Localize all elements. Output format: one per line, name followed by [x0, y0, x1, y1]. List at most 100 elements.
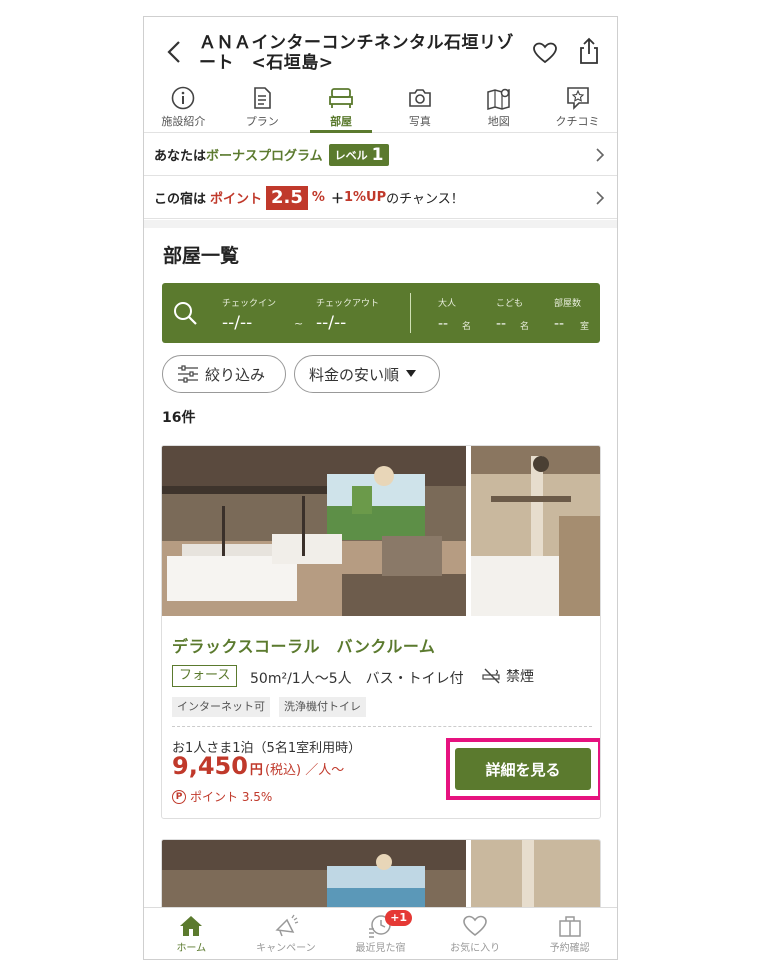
nav-reservation[interactable]: 予約確認: [522, 908, 617, 959]
tab-facility-info[interactable]: 施設紹介: [144, 81, 223, 132]
smoking-info: 禁煙: [482, 666, 534, 686]
checkin-value[interactable]: --/--: [222, 313, 252, 333]
facility-tabs: 施設紹介 プラン 部屋 写真 地図 クチコミ: [144, 81, 617, 133]
document-icon: [254, 87, 272, 109]
tab-label: 部屋: [330, 115, 353, 128]
nav-favorites[interactable]: お気に入り: [428, 908, 523, 959]
tab-label: 写真: [408, 115, 431, 128]
room-card[interactable]: デラックスコーラル バンクルーム フォース 50m²/1人〜5人 バス・トイレ付…: [161, 445, 601, 819]
nav-label: ホーム: [176, 943, 207, 954]
tab-label: 施設紹介: [161, 115, 206, 128]
rooms-value[interactable]: --: [554, 316, 564, 332]
adults-label: 大人: [438, 299, 457, 309]
rooms-label: 部屋数: [554, 299, 582, 309]
bonus-program-row[interactable]: あなたは ボーナスプログラム レベル 1: [144, 134, 617, 176]
level-label: レベル: [334, 148, 368, 162]
points-extra: 1%UP: [343, 190, 387, 205]
sort-dropdown[interactable]: 料金の安い順: [294, 355, 440, 393]
points-label: ポイント: [210, 192, 263, 207]
checkout-value[interactable]: --/--: [316, 313, 346, 333]
back-arrow-icon[interactable]: [164, 39, 186, 65]
caret-down-icon: [406, 370, 417, 377]
app-screen: ＡＮＡインターコンチネンタル石垣リゾート <石垣島> 施設紹介 プラン 部屋 写…: [143, 16, 618, 960]
result-count: 16件: [162, 410, 196, 426]
tab-rooms[interactable]: 部屋: [302, 81, 381, 133]
room-search-bar[interactable]: チェックイン --/-- ~ チェックアウト --/-- 大人 -- 名 こども…: [162, 283, 600, 343]
tab-photos[interactable]: 写真: [380, 81, 459, 132]
price-value: 9,450: [172, 752, 248, 780]
bed-icon: [329, 88, 353, 108]
favorite-heart-icon[interactable]: [532, 41, 558, 65]
checkin-label: チェックイン: [222, 299, 277, 309]
children-unit: 名: [520, 322, 530, 332]
children-value[interactable]: --: [496, 316, 506, 332]
room-photo-image: [162, 446, 466, 616]
points-icon: P: [172, 789, 186, 804]
review-icon: [566, 87, 589, 110]
tab-map[interactable]: 地図: [459, 81, 538, 132]
bonus-program-label: ボーナスプログラム: [206, 149, 323, 164]
nav-recent[interactable]: +1 最近見た宿: [333, 908, 428, 959]
home-icon: [180, 916, 203, 936]
heart-icon: [463, 915, 487, 937]
adults-unit: 名: [462, 322, 472, 332]
points-text: ポイント 3.5%: [190, 790, 273, 804]
level-value: 1: [371, 144, 384, 165]
rooms-unit: 室: [580, 322, 590, 332]
sort-label: 料金の安い順: [309, 365, 400, 384]
room-price: 9,450 円 (税込) ／人〜: [172, 752, 344, 780]
date-tilde: ~: [294, 317, 304, 330]
adults-value[interactable]: --: [438, 316, 448, 332]
price-unit: 円: [249, 763, 263, 778]
level-badge: レベル 1: [328, 143, 390, 166]
smoking-label: 禁煙: [506, 669, 534, 685]
room-list-title: 部屋一覧: [163, 245, 240, 267]
points-rate: 2.5: [266, 185, 308, 210]
nav-home[interactable]: ホーム: [144, 908, 239, 959]
tab-label: プラン: [245, 115, 279, 128]
filter-sliders-icon: [178, 365, 198, 383]
price-tax: (税込) ／人〜: [264, 763, 345, 778]
chevron-right-icon: [596, 191, 605, 205]
header: ＡＮＡインターコンチネンタル石垣リゾート <石垣島>: [144, 17, 617, 79]
nav-campaign[interactable]: キャンペーン: [239, 908, 334, 959]
no-smoking-icon: [482, 668, 500, 684]
points-row[interactable]: この宿は ポイント 2.5 % ＋ 1%UP のチャンス！: [144, 177, 617, 219]
info-icon: [172, 86, 195, 110]
nav-label: 予約確認: [549, 943, 590, 954]
room-name[interactable]: デラックスコーラル バンクルーム: [172, 633, 435, 657]
map-icon: [486, 88, 510, 110]
tab-reviews[interactable]: クチコミ: [538, 81, 617, 132]
camera-icon: [409, 89, 431, 107]
nav-label: キャンペーン: [256, 943, 316, 954]
room-photo-main[interactable]: [162, 446, 466, 616]
search-divider: [410, 293, 411, 333]
bottom-navigation: ホーム キャンペーン +1 最近見た宿 お気に入り 予約確認: [144, 907, 617, 959]
nav-label: お気に入り: [450, 943, 501, 954]
search-icon: [174, 302, 197, 325]
filter-label: 絞り込み: [205, 365, 266, 384]
tab-plans[interactable]: プラン: [223, 81, 302, 132]
section-divider: [144, 220, 617, 228]
nav-label: 最近見た宿: [355, 943, 406, 954]
megaphone-icon: [275, 914, 299, 937]
reservation-icon: [558, 916, 581, 937]
filter-button[interactable]: 絞り込み: [162, 355, 286, 393]
points-unit: %: [311, 190, 325, 205]
room-photo-image: [471, 446, 600, 616]
room-tag: フォース: [172, 665, 238, 687]
room-photo-secondary[interactable]: [471, 446, 600, 616]
share-icon[interactable]: [578, 37, 600, 65]
points-suffix: のチャンス！: [386, 192, 464, 207]
children-label: こども: [496, 299, 524, 309]
room-points: P ポイント 3.5%: [172, 788, 272, 805]
view-details-button[interactable]: 詳細を見る: [455, 748, 591, 790]
tab-label: クチコミ: [555, 115, 600, 128]
amenity-chip: インターネット可: [172, 697, 270, 717]
points-plus: ＋: [330, 192, 344, 207]
bonus-prefix: あなたは: [154, 149, 207, 164]
room-spec: 50m²/1人〜5人 バス・トイレ付: [250, 671, 464, 687]
hotel-title: ＡＮＡインターコンチネンタル石垣リゾート <石垣島>: [199, 33, 514, 73]
recent-count-badge: +1: [385, 910, 413, 926]
tab-label: 地図: [487, 115, 510, 128]
